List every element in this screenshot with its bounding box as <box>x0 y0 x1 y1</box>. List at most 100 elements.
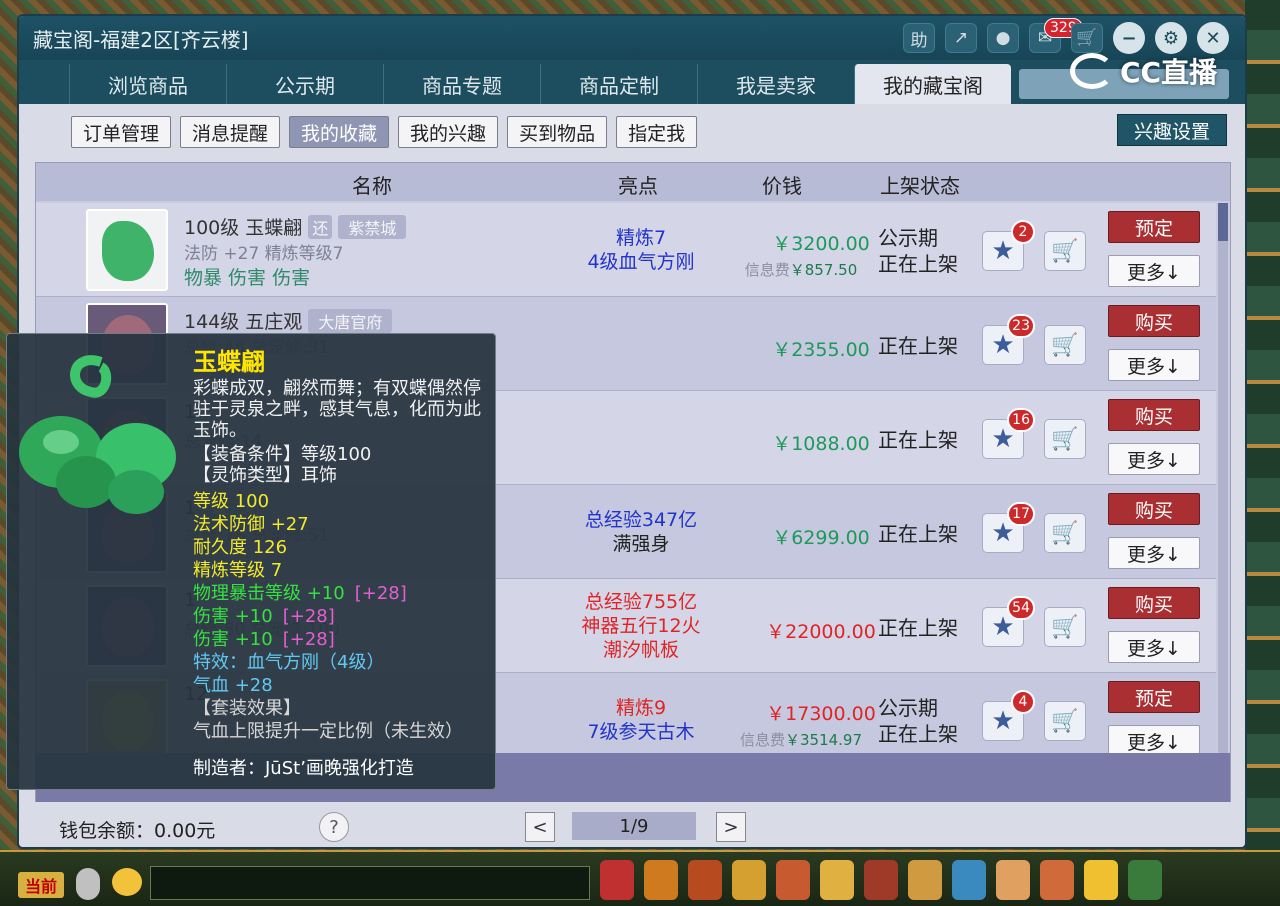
help-button[interactable]: 助 <box>903 23 935 53</box>
current-channel-button[interactable]: 当前 <box>18 872 64 898</box>
record-icon[interactable]: ● <box>987 23 1019 53</box>
favorite-button[interactable]: ★ 23 <box>982 314 1035 365</box>
chat-bubble-icon[interactable] <box>112 868 142 896</box>
tab-browse[interactable]: 浏览商品 <box>69 64 226 104</box>
listing-status: 正在上架 <box>878 521 958 547</box>
heart-icon[interactable] <box>1040 860 1074 900</box>
header-status: 上架状态 <box>880 174 960 198</box>
highlight-line: 潮汐帆板 <box>602 639 679 661</box>
item-attributes: 物暴 伤害 伤害 <box>184 267 311 289</box>
scroll-thumb[interactable] <box>1218 203 1228 241</box>
buy-button[interactable]: 购买 <box>1108 305 1200 337</box>
cart-icon: 🛒 <box>1051 520 1079 546</box>
tooltip-stat-line: 物理暴击等级 +10 [+28] <box>193 582 463 605</box>
trade-icon[interactable] <box>820 860 854 900</box>
tooltip-stat-text: 伤害 +10 <box>193 606 273 627</box>
add-to-cart-button[interactable]: 🛒 <box>1044 231 1086 271</box>
tab-topics[interactable]: 商品专题 <box>383 64 540 104</box>
tooltip-stat-line: 气血 +28 <box>193 674 463 697</box>
reserve-button[interactable]: 预定 <box>1108 681 1200 713</box>
my-interests-button[interactable]: 我的兴趣 <box>398 116 499 148</box>
gift-icon[interactable] <box>644 860 678 900</box>
info-fee-label: 信息费 <box>744 261 790 279</box>
item-thumbnail[interactable] <box>86 209 168 291</box>
smile-icon[interactable] <box>1084 860 1118 900</box>
table-row[interactable]: 100级 玉蝶翩还紫禁城 法防 +27 精炼等级7 物暴 伤害 伤害 精炼7 4级血气方… <box>36 203 1216 297</box>
tooltip-stat-bonus: [+28] <box>354 583 407 604</box>
add-to-cart-button[interactable]: 🛒 <box>1044 513 1086 553</box>
more-button[interactable]: 更多↓ <box>1108 537 1200 569</box>
highlight-line: 7级参天古木 <box>587 721 695 743</box>
more-button[interactable]: 更多↓ <box>1108 631 1200 663</box>
footer-bar: 钱包余额：0.00元 ? < 1/9 > <box>19 802 1245 847</box>
cc-logo-icon <box>1070 53 1114 89</box>
buy-button[interactable]: 购买 <box>1108 587 1200 619</box>
reserve-button[interactable]: 预定 <box>1108 211 1200 243</box>
info-fee: 信息费￥3514.97 <box>716 729 886 750</box>
message-reminder-button[interactable]: 消息提醒 <box>180 116 281 148</box>
favorite-button[interactable]: ★ 2 <box>982 220 1035 271</box>
info-fee-value: ￥3514.97 <box>784 731 863 749</box>
favorite-button[interactable]: ★ 4 <box>982 690 1035 741</box>
favorite-count: 4 <box>1011 690 1035 714</box>
message-icon[interactable]: ✉ 329 <box>1029 18 1083 53</box>
favorite-button[interactable]: ★ 54 <box>982 596 1035 647</box>
buy-button[interactable]: 购买 <box>1108 399 1200 431</box>
tooltip-stat-line: 等级 100 <box>193 490 463 513</box>
add-to-cart-button[interactable]: 🛒 <box>1044 701 1086 741</box>
tab-custom[interactable]: 商品定制 <box>540 64 697 104</box>
peach-icon[interactable] <box>996 860 1030 900</box>
add-to-cart-button[interactable]: 🛒 <box>1044 325 1086 365</box>
add-to-cart-button[interactable]: 🛒 <box>1044 607 1086 647</box>
mail-icon[interactable] <box>952 860 986 900</box>
team-icon[interactable] <box>732 860 766 900</box>
favorite-button[interactable]: ★ 17 <box>982 502 1035 553</box>
star-icon: ★ <box>991 236 1015 266</box>
tooltip-maker: 制造者：JūSt’画晚强化打造 <box>193 758 414 779</box>
share-icon[interactable]: ↗ <box>945 23 977 53</box>
order-management-button[interactable]: 订单管理 <box>71 116 172 148</box>
designated-me-button[interactable]: 指定我 <box>616 116 698 148</box>
item-title: 144级 五庄观 大唐官府 <box>184 307 393 334</box>
wallet-help-button[interactable]: ? <box>319 812 349 842</box>
listing-status: 公示期 正在上架 <box>878 695 958 747</box>
pet-icon[interactable] <box>688 860 722 900</box>
bag-icon[interactable] <box>600 860 634 900</box>
wallet-balance: 钱包余额：0.00元 <box>59 820 216 842</box>
tab-seller[interactable]: 我是卖家 <box>697 64 854 104</box>
system-icon[interactable] <box>1128 860 1162 900</box>
buy-button[interactable]: 购买 <box>1108 493 1200 525</box>
chat-input[interactable] <box>150 866 590 900</box>
more-button[interactable]: 更多↓ <box>1108 255 1200 287</box>
guild-icon[interactable] <box>864 860 898 900</box>
friend-icon[interactable] <box>776 860 810 900</box>
favorite-button[interactable]: ★ 16 <box>982 408 1035 459</box>
add-to-cart-button[interactable]: 🛒 <box>1044 419 1086 459</box>
item-highlight: 精炼9 7级参天古木 <box>556 696 726 744</box>
status-line: 正在上架 <box>878 722 958 746</box>
my-favorites-button[interactable]: 我的收藏 <box>289 116 390 148</box>
cart-icon: 🛒 <box>1051 332 1079 358</box>
table-scrollbar[interactable] <box>1218 203 1228 793</box>
tab-my-pavilion[interactable]: 我的藏宝阁 <box>854 64 1011 104</box>
next-page-button[interactable]: > <box>716 812 746 842</box>
jade-butterfly-icon <box>19 355 176 514</box>
header-highlight: 亮点 <box>618 174 658 198</box>
task-icon[interactable] <box>908 860 942 900</box>
tooltip-title: 玉蝶翩 <box>193 348 265 376</box>
microphone-icon[interactable] <box>76 868 100 900</box>
more-button[interactable]: 更多↓ <box>1108 349 1200 381</box>
tooltip-stats: 等级 100 法术防御 +27 耐久度 126 精炼等级 7 物理暴击等级 +10 [+2… <box>193 490 463 743</box>
tooltip-description: 彩蝶成双，翩然而舞；有双蝶偶然停驻于灵泉之畔，感其气息，化而为此玉饰。 <box>193 378 481 441</box>
table-header: 名称 亮点 价钱 上架状态 <box>36 163 1230 201</box>
prev-page-button[interactable]: < <box>525 812 555 842</box>
status-line: 正在上架 <box>878 252 958 276</box>
purchased-items-button[interactable]: 买到物品 <box>507 116 608 148</box>
favorite-count: 2 <box>1011 220 1035 244</box>
more-button[interactable]: 更多↓ <box>1108 443 1200 475</box>
status-line: 正在上架 <box>878 522 958 546</box>
tab-announcement[interactable]: 公示期 <box>226 64 383 104</box>
cart-icon: 🛒 <box>1051 708 1079 734</box>
interest-settings-button[interactable]: 兴趣设置 <box>1116 114 1227 146</box>
highlight-line: 神器五行12火 <box>581 615 701 637</box>
